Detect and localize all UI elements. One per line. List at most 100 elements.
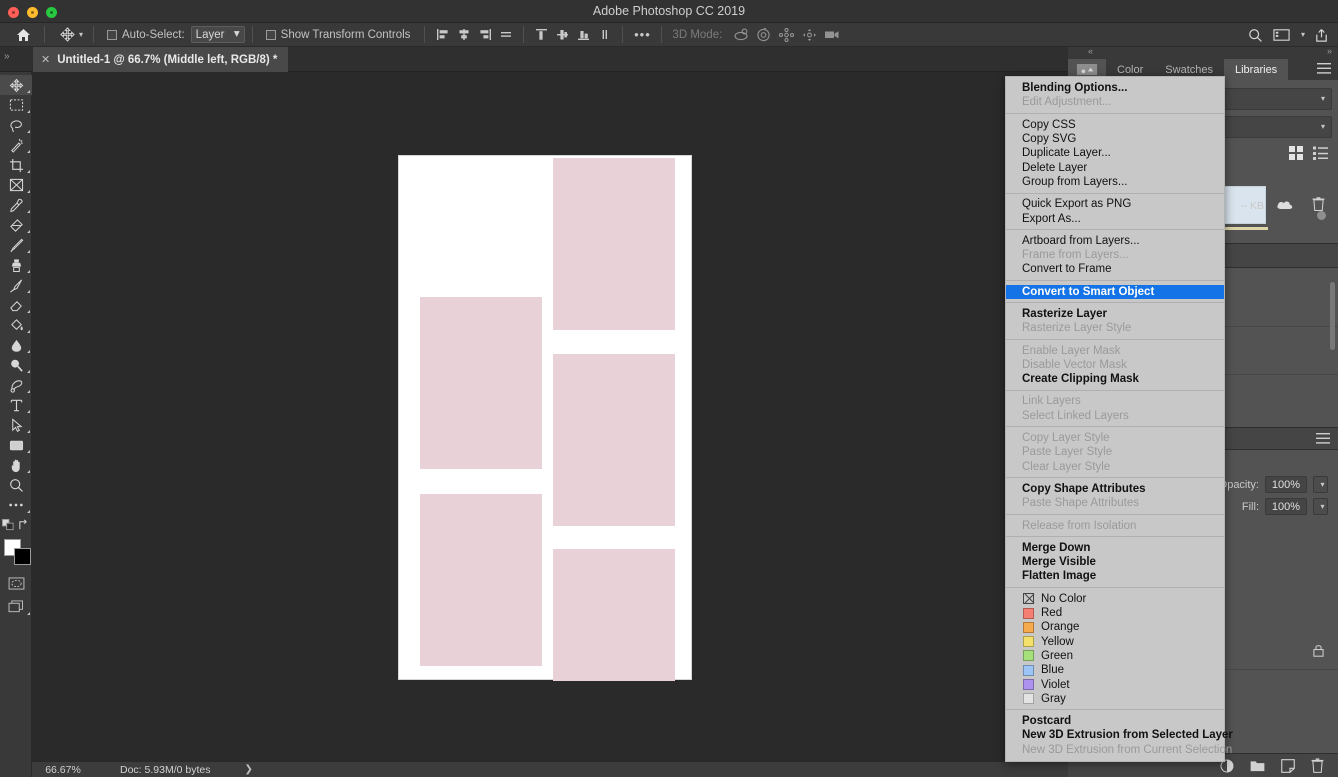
artboard[interactable] [398, 155, 692, 680]
rectangle-tool[interactable] [0, 435, 32, 455]
search-icon[interactable] [1242, 23, 1268, 47]
roll-3d-icon[interactable] [752, 25, 775, 45]
zoom-tool[interactable] [0, 475, 32, 495]
hand-tool[interactable] [0, 455, 32, 475]
lock-icon[interactable] [1313, 644, 1324, 657]
background-color-swatch[interactable] [14, 548, 31, 565]
dock-collapse-bar[interactable]: « » [1068, 47, 1338, 59]
menu-item-gray[interactable]: Gray [1006, 692, 1224, 706]
camera-3d-icon[interactable] [821, 25, 844, 45]
opacity-row[interactable]: Opacity: 100% ▾ [1219, 476, 1328, 493]
zoom-level[interactable]: 66.67% [32, 764, 94, 776]
close-icon[interactable]: ✕ [41, 53, 50, 66]
workspace-icon[interactable] [1268, 23, 1294, 47]
auto-select-dropdown[interactable]: Layer ▾ [191, 26, 245, 43]
distribute-horizontally-icon[interactable] [495, 25, 516, 45]
menu-item-blending-options[interactable]: Blending Options... [1006, 81, 1224, 95]
object-selection-tool[interactable] [0, 135, 32, 155]
distribute-vertically-icon[interactable] [594, 25, 615, 45]
slide-3d-icon[interactable] [798, 25, 821, 45]
menu-item-postcard[interactable]: Postcard [1006, 714, 1224, 728]
align-left-edges-icon[interactable] [432, 25, 453, 45]
frame-tool[interactable] [0, 175, 32, 195]
delete-layer-icon[interactable] [1311, 758, 1324, 773]
expand-right-icon[interactable]: » [1327, 46, 1332, 56]
gradient-tool[interactable] [0, 315, 32, 335]
lasso-tool[interactable] [0, 115, 32, 135]
auto-select-group[interactable]: Auto-Select: Layer ▾ [107, 26, 245, 43]
align-top-edges-icon[interactable] [531, 25, 552, 45]
more-options-icon[interactable]: ••• [630, 25, 654, 45]
color-mode-row[interactable] [0, 515, 32, 535]
menu-item-flatten-image[interactable]: Flatten Image [1006, 569, 1224, 583]
menu-item-group-from-layers[interactable]: Group from Layers... [1006, 175, 1224, 189]
shape-middle-right[interactable] [553, 354, 675, 526]
share-icon[interactable] [1308, 23, 1334, 47]
opacity-field[interactable]: 100% [1265, 476, 1307, 493]
spot-healing-brush-tool[interactable] [0, 215, 32, 235]
edit-toolbar-button[interactable] [0, 495, 32, 515]
type-tool[interactable] [0, 395, 32, 415]
clone-stamp-tool[interactable] [0, 255, 32, 275]
home-icon[interactable] [9, 23, 37, 46]
eyedropper-tool[interactable] [0, 195, 32, 215]
align-vertical-centers-icon[interactable] [552, 25, 573, 45]
screen-mode-button[interactable] [0, 597, 32, 617]
panel-menu-icon[interactable] [1316, 433, 1330, 444]
shape-top-right[interactable] [553, 158, 675, 330]
panel-menu-icon[interactable] [1317, 63, 1331, 74]
eraser-tool[interactable] [0, 295, 32, 315]
menu-item-convert-to-smart-object[interactable]: Convert to Smart Object [1006, 285, 1224, 299]
menu-item-yellow[interactable]: Yellow [1006, 635, 1224, 649]
properties-scrollbar[interactable] [1330, 282, 1335, 350]
shape-bottom-right[interactable] [553, 549, 675, 681]
menu-item-copy-svg[interactable]: Copy SVG [1006, 132, 1224, 146]
pen-tool[interactable] [0, 375, 32, 395]
tab-libraries[interactable]: Libraries [1224, 59, 1288, 80]
chevron-down-icon[interactable]: ▾ [79, 31, 83, 39]
fill-chevron-down-icon[interactable]: ▾ [1313, 498, 1328, 515]
new-group-icon[interactable] [1250, 759, 1265, 772]
menu-item-copy-css[interactable]: Copy CSS [1006, 118, 1224, 132]
fill-row[interactable]: Fill: 100% ▾ [1242, 498, 1328, 515]
menu-item-merge-down[interactable]: Merge Down [1006, 541, 1224, 555]
show-transform-group[interactable]: Show Transform Controls [266, 29, 411, 41]
fill-field[interactable]: 100% [1265, 498, 1307, 515]
move-tool[interactable] [0, 75, 32, 95]
active-tool-chip[interactable]: ▾ [57, 24, 86, 45]
menu-item-violet[interactable]: Violet [1006, 677, 1224, 691]
menu-item-red[interactable]: Red [1006, 606, 1224, 620]
grid-view-icon[interactable] [1289, 146, 1303, 160]
menu-item-artboard-from-layers[interactable]: Artboard from Layers... [1006, 234, 1224, 248]
menu-item-new-3d-extrusion-from-selected-layer[interactable]: New 3D Extrusion from Selected Layer [1006, 728, 1224, 742]
shape-middle-left[interactable] [420, 297, 542, 469]
menu-item-convert-to-frame[interactable]: Convert to Frame [1006, 262, 1224, 276]
menu-item-delete-layer[interactable]: Delete Layer [1006, 160, 1224, 174]
history-brush-tool[interactable] [0, 275, 32, 295]
menu-item-create-clipping-mask[interactable]: Create Clipping Mask [1006, 372, 1224, 386]
trash-icon[interactable] [1312, 197, 1325, 211]
list-view-icon[interactable] [1313, 146, 1328, 160]
align-bottom-edges-icon[interactable] [573, 25, 594, 45]
dodge-tool[interactable] [0, 355, 32, 375]
layer-context-menu[interactable]: Blending Options...Edit Adjustment...Cop… [1005, 76, 1225, 762]
color-swatches[interactable] [0, 537, 32, 567]
rectangular-marquee-tool[interactable] [0, 95, 32, 115]
show-transform-checkbox[interactable] [266, 30, 276, 40]
cloud-icon[interactable] [1276, 198, 1294, 210]
menu-item-blue[interactable]: Blue [1006, 663, 1224, 677]
menu-item-merge-visible[interactable]: Merge Visible [1006, 555, 1224, 569]
blur-tool[interactable] [0, 335, 32, 355]
shape-bottom-left[interactable] [420, 494, 542, 666]
document-tab[interactable]: ✕ Untitled-1 @ 66.7% (Middle left, RGB/8… [33, 47, 288, 72]
menu-item-no-color[interactable]: No Color [1006, 592, 1224, 606]
menu-item-copy-shape-attributes[interactable]: Copy Shape Attributes [1006, 482, 1224, 496]
align-right-edges-icon[interactable] [474, 25, 495, 45]
path-selection-tool[interactable] [0, 415, 32, 435]
quick-mask-button[interactable] [0, 573, 32, 593]
library-view-toggle[interactable] [1289, 146, 1328, 160]
opacity-chevron-down-icon[interactable]: ▾ [1313, 476, 1328, 493]
menu-item-quick-export-as-png[interactable]: Quick Export as PNG [1006, 197, 1224, 211]
brush-tool[interactable] [0, 235, 32, 255]
crop-tool[interactable] [0, 155, 32, 175]
